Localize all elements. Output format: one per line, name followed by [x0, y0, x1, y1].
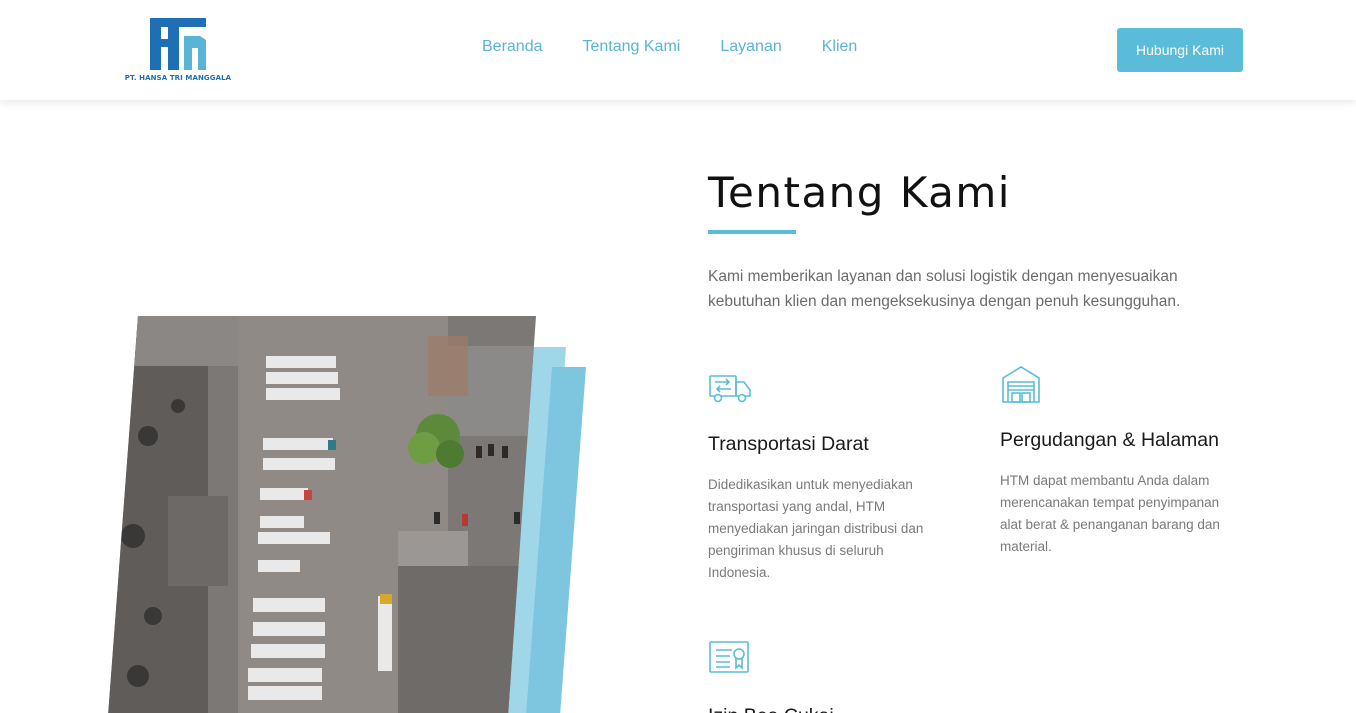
contact-us-button[interactable]: Hubungi Kami	[1117, 28, 1243, 72]
company-logo[interactable]: PT. HANSA TRI MANGGALA	[118, 14, 238, 86]
certificate-icon	[709, 641, 749, 673]
section-intro: Kami memberikan layanan dan solusi logis…	[708, 268, 1181, 310]
service-card-pergudangan: Pergudangan & Halaman HTM dapat membantu…	[1000, 364, 1240, 558]
service-title: Transportasi Darat	[708, 433, 869, 455]
nav-item-klien[interactable]: Klien	[822, 38, 858, 56]
warehouse-icon	[1002, 366, 1040, 403]
main-nav: Beranda Tentang Kami Layanan Klien	[482, 38, 857, 56]
nav-item-tentang-kami[interactable]: Tentang Kami	[583, 38, 681, 56]
nav-item-layanan[interactable]: Layanan	[720, 38, 781, 56]
service-title: Pergudangan & Halaman	[1000, 429, 1219, 451]
nav-item-beranda[interactable]: Beranda	[482, 38, 543, 56]
warehouse-aerial-image	[108, 316, 590, 713]
service-card-izin-bea-cukai: Izin Bea Cukai	[708, 640, 948, 713]
section-title: Tentang Kami	[708, 168, 1011, 217]
service-title: Izin Bea Cukai	[708, 705, 948, 713]
service-description: HTM dapat membantu Anda dalam merencanak…	[1000, 473, 1220, 554]
aerial-photo-illustration	[108, 316, 586, 713]
service-description: Didedikasikan untuk menyediakan transpor…	[708, 477, 924, 580]
logo-mark-icon	[150, 18, 206, 70]
logo-company-name: PT. HANSA TRI MANGGALA	[124, 74, 232, 82]
truck-icon	[709, 375, 751, 403]
service-card-transportasi: Transportasi Darat Didedikasikan untuk m…	[708, 368, 948, 584]
site-header: PT. HANSA TRI MANGGALA Beranda Tentang K…	[0, 0, 1356, 100]
title-underline	[708, 230, 796, 234]
